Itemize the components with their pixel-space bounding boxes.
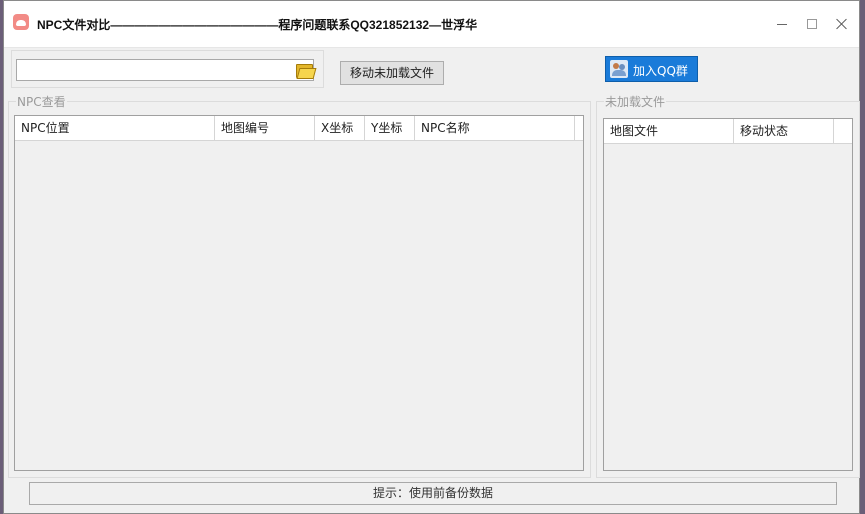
npc-list-header: NPC位置 地图编号 X坐标 Y坐标 NPC名称	[15, 116, 583, 141]
cloud-app-icon	[13, 14, 29, 30]
minimize-button[interactable]	[767, 13, 797, 35]
folder-path-input[interactable]	[16, 59, 314, 81]
move-unloaded-files-button[interactable]: 移动未加载文件	[340, 61, 444, 85]
qq-group-icon	[610, 60, 628, 78]
title-bar[interactable]: NPC文件对比——————————————程序问题联系QQ321852132—世…	[4, 1, 859, 48]
status-hint: 提示：使用前备份数据	[29, 482, 837, 505]
column-header-x-coord[interactable]: X坐标	[315, 116, 365, 140]
maximize-button[interactable]	[797, 13, 827, 35]
column-header-map-id[interactable]: 地图编号	[215, 116, 315, 140]
column-header-y-coord[interactable]: Y坐标	[365, 116, 415, 140]
column-header-npc-position[interactable]: NPC位置	[15, 116, 215, 140]
column-header-npc-name[interactable]: NPC名称	[415, 116, 575, 140]
unloaded-files-list-view[interactable]: 地图文件 移动状态	[603, 118, 853, 471]
npc-list-view[interactable]: NPC位置 地图编号 X坐标 Y坐标 NPC名称	[14, 115, 584, 471]
minimize-icon	[777, 24, 787, 25]
close-button[interactable]	[827, 13, 857, 35]
window-title: NPC文件对比——————————————程序问题联系QQ321852132—世…	[37, 18, 478, 32]
column-header-move-status[interactable]: 移动状态	[734, 119, 834, 143]
qq-button-label: 加入QQ群	[633, 64, 688, 78]
maximize-icon	[807, 19, 817, 29]
join-qq-group-button[interactable]: 加入QQ群	[605, 56, 698, 82]
close-icon	[835, 17, 849, 31]
unloaded-files-header: 地图文件 移动状态	[604, 119, 852, 144]
main-window: NPC文件对比——————————————程序问题联系QQ321852132—世…	[3, 0, 860, 514]
npc-view-label: NPC查看	[16, 93, 67, 110]
column-header-map-file[interactable]: 地图文件	[604, 119, 734, 143]
open-folder-button[interactable]	[294, 61, 317, 79]
unloaded-files-label: 未加载文件	[604, 93, 667, 110]
